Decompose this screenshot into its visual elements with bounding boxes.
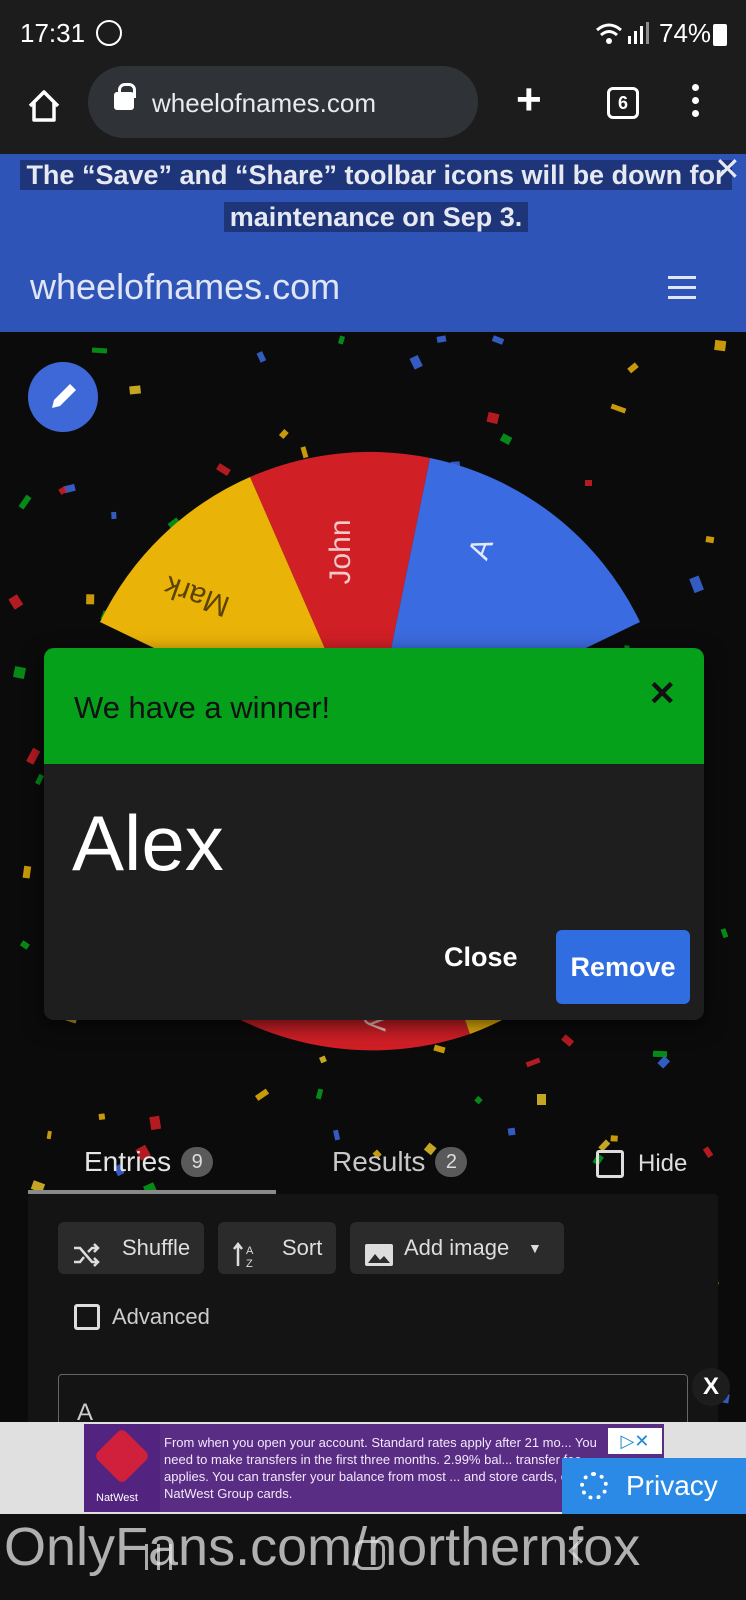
winner-name: Alex bbox=[72, 799, 224, 887]
confetti-piece bbox=[316, 1088, 324, 1100]
ad-dismiss-button[interactable]: X bbox=[692, 1368, 730, 1406]
confetti-piece bbox=[473, 1095, 483, 1105]
svg-text:A: A bbox=[246, 1245, 254, 1257]
sort-button[interactable]: AZ Sort bbox=[218, 1222, 336, 1274]
dialog-title: We have a winner! bbox=[74, 690, 331, 725]
confetti-piece bbox=[610, 403, 627, 414]
advanced-label: Advanced bbox=[112, 1304, 210, 1329]
results-count-badge: 2 bbox=[435, 1147, 468, 1177]
confetti-piece bbox=[492, 335, 505, 346]
battery-percent: 74% bbox=[659, 18, 712, 48]
address-bar[interactable]: wheelofnames.com bbox=[88, 66, 478, 138]
confetti-piece bbox=[91, 347, 107, 355]
tab-entries[interactable]: Entries 9 bbox=[84, 1146, 214, 1178]
home-icon[interactable] bbox=[24, 86, 64, 126]
tab-results[interactable]: Results 2 bbox=[332, 1146, 468, 1178]
shuffle-button[interactable]: Shuffle bbox=[58, 1222, 204, 1274]
confetti-piece bbox=[627, 362, 639, 374]
svg-text:Z: Z bbox=[246, 1258, 253, 1268]
confetti-piece bbox=[254, 1088, 269, 1101]
privacy-button[interactable]: Privacy bbox=[562, 1458, 746, 1514]
confetti-piece bbox=[338, 335, 346, 345]
pencil-icon bbox=[52, 384, 76, 408]
confetti-piece bbox=[149, 1116, 162, 1131]
confetti-piece bbox=[23, 865, 32, 879]
entries-count-badge: 9 bbox=[181, 1147, 214, 1177]
confetti-piece bbox=[713, 340, 726, 352]
confetti-piece bbox=[255, 350, 266, 363]
hamburger-menu-icon[interactable] bbox=[668, 276, 696, 306]
url-text: wheelofnames.com bbox=[152, 88, 376, 118]
privacy-label: Privacy bbox=[626, 1470, 718, 1501]
confetti-piece bbox=[129, 385, 142, 395]
confetti-piece bbox=[13, 665, 26, 679]
shuffle-label: Shuffle bbox=[122, 1235, 191, 1260]
status-time: 17:31 bbox=[20, 18, 86, 48]
entries-tabs: Entries 9 Results 2 Hide bbox=[0, 1134, 746, 1194]
confetti-piece bbox=[35, 774, 45, 785]
confetti-piece bbox=[720, 928, 729, 939]
confetti-piece bbox=[8, 594, 24, 610]
status-bar: 17:31 74% bbox=[0, 0, 746, 66]
close-button[interactable]: Close bbox=[444, 942, 518, 973]
dialog-close-icon[interactable]: ✕ bbox=[648, 674, 677, 714]
confetti-piece bbox=[436, 334, 447, 343]
ad-text: From when you open your account. Standar… bbox=[164, 1435, 600, 1501]
confetti-piece bbox=[688, 575, 704, 593]
ad-banner: NatWest From when you open your account.… bbox=[0, 1422, 746, 1514]
dropdown-arrow-icon: ▼ bbox=[528, 1240, 542, 1256]
add-image-label: Add image bbox=[404, 1235, 510, 1260]
signal-icon bbox=[628, 22, 649, 44]
new-tab-icon[interactable]: + bbox=[516, 78, 542, 122]
edit-button[interactable] bbox=[28, 362, 98, 432]
hide-checkbox[interactable] bbox=[596, 1150, 624, 1178]
banner-text: The “Save” and “Share” toolbar icons wil… bbox=[20, 160, 732, 232]
ad-choices-icon[interactable]: ▷✕ bbox=[608, 1428, 662, 1454]
banner-close-icon[interactable]: ✕ bbox=[714, 150, 741, 188]
site-title[interactable]: wheelofnames.com bbox=[30, 266, 340, 308]
natwest-logo: NatWest bbox=[84, 1424, 160, 1512]
remove-button[interactable]: Remove bbox=[556, 930, 690, 1004]
confetti-piece bbox=[706, 536, 715, 544]
tab-entries-label: Entries bbox=[84, 1146, 172, 1177]
watermark: OnlyFans.com/northernfox bbox=[4, 1517, 641, 1577]
confetti-piece bbox=[485, 412, 499, 424]
wifi-icon bbox=[595, 22, 623, 52]
maintenance-banner: The “Save” and “Share” toolbar icons wil… bbox=[20, 154, 732, 238]
ad-brand: NatWest bbox=[96, 1492, 138, 1504]
sort-label: Sort bbox=[282, 1235, 323, 1260]
entries-panel: Shuffle AZ Sort Add image ▼ Advanced A bbox=[28, 1194, 718, 1454]
sort-icon: AZ bbox=[232, 1235, 260, 1270]
confetti-piece bbox=[18, 494, 32, 510]
confetti-piece bbox=[26, 747, 41, 765]
shuffle-icon bbox=[72, 1235, 100, 1267]
site-header: The “Save” and “Share” toolbar icons wil… bbox=[0, 151, 746, 332]
whatsapp-icon bbox=[96, 20, 122, 46]
confetti-piece bbox=[409, 354, 424, 371]
browser-toolbar: wheelofnames.com + 6 bbox=[0, 66, 746, 154]
image-icon bbox=[364, 1235, 393, 1266]
confetti-piece bbox=[98, 1113, 106, 1120]
hide-label: Hide bbox=[638, 1150, 688, 1177]
confetti-piece bbox=[279, 428, 289, 439]
advanced-checkbox[interactable] bbox=[74, 1304, 100, 1330]
winner-dialog: We have a winner! ✕ Alex Close Remove bbox=[44, 648, 704, 1020]
tab-results-label: Results bbox=[332, 1146, 426, 1177]
lock-icon bbox=[114, 83, 136, 110]
confetti-piece bbox=[19, 940, 30, 950]
dialog-header: We have a winner! ✕ bbox=[44, 648, 704, 764]
gear-icon bbox=[580, 1472, 608, 1500]
add-image-button[interactable]: Add image ▼ bbox=[350, 1222, 564, 1274]
wheel-label: John bbox=[324, 519, 357, 584]
tab-switcher-button[interactable]: 6 bbox=[607, 87, 639, 119]
battery-icon bbox=[713, 24, 727, 46]
more-menu-icon[interactable] bbox=[690, 84, 700, 124]
confetti-piece bbox=[536, 1094, 546, 1106]
